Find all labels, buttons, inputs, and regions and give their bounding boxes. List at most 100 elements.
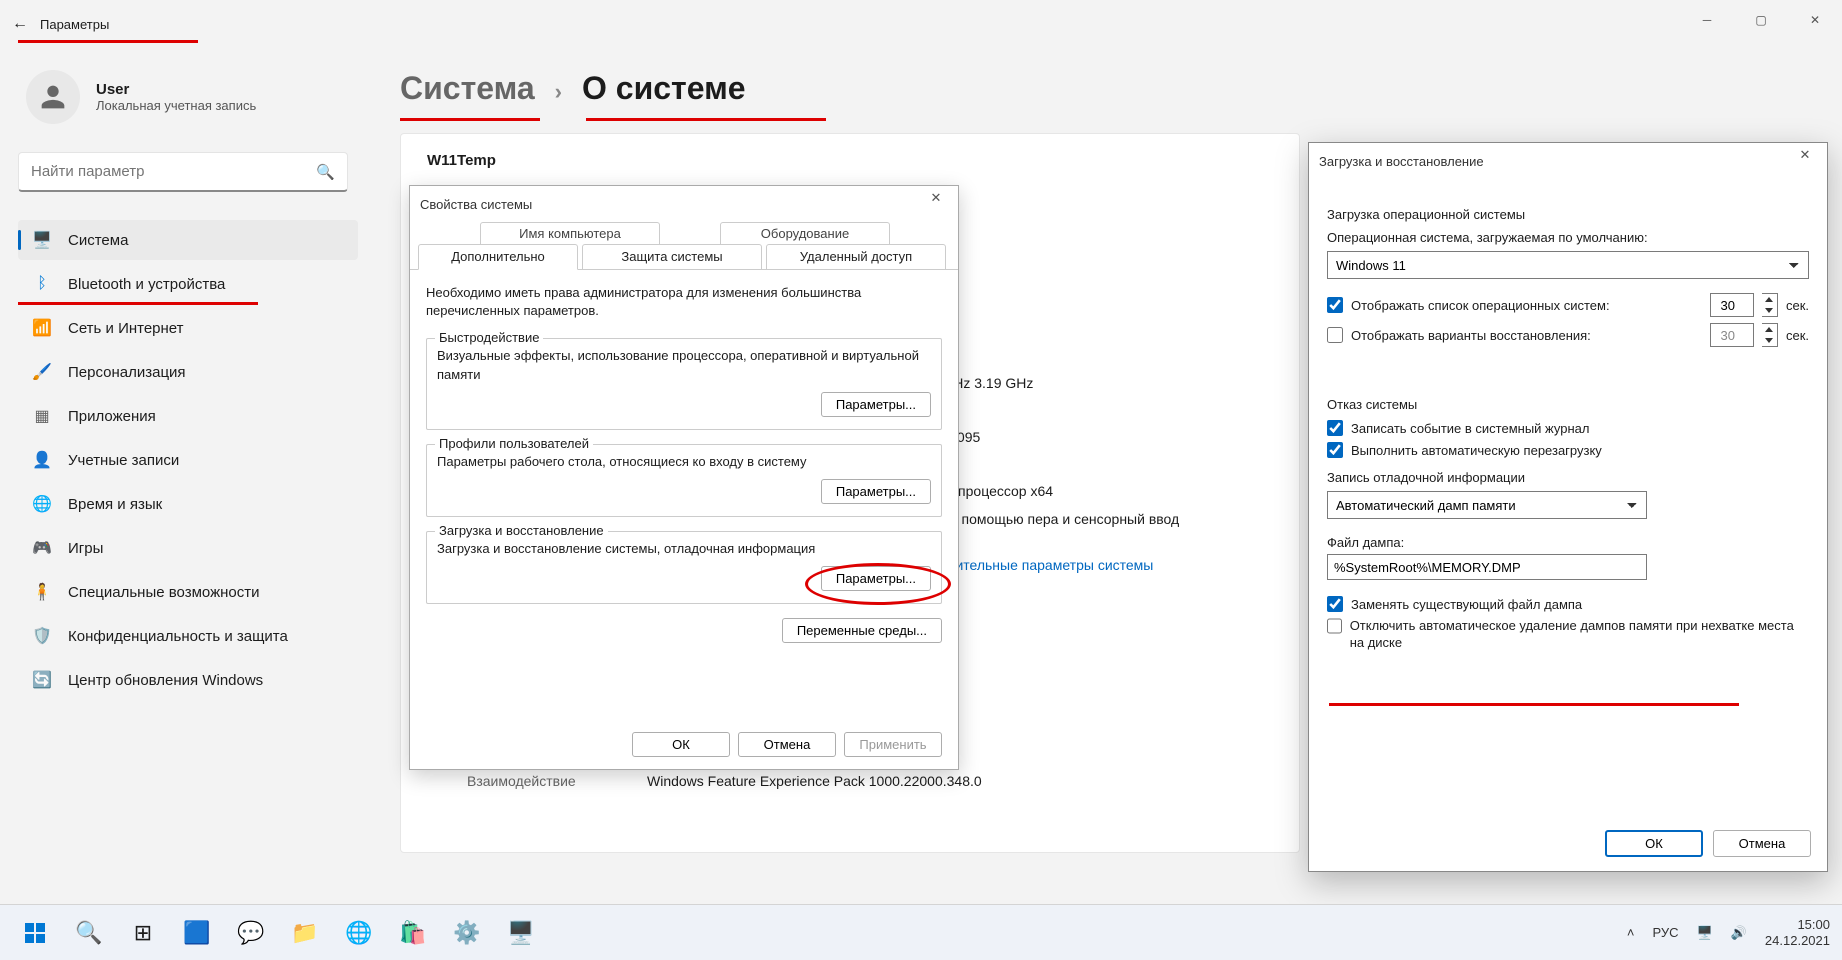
explorer-icon[interactable]: 📁: [282, 910, 328, 956]
settings-icon[interactable]: ⚙️: [444, 910, 490, 956]
start-button[interactable]: [12, 910, 58, 956]
tab-hardware[interactable]: Оборудование: [720, 222, 890, 244]
cancel-button[interactable]: Отмена: [1713, 830, 1811, 857]
ok-button[interactable]: ОК: [1605, 830, 1703, 857]
startup-header: Загрузка и восстановление: [435, 523, 608, 538]
close-button[interactable]: ✕: [1788, 0, 1842, 40]
ok-button[interactable]: ОК: [632, 732, 730, 757]
cancel-button[interactable]: Отмена: [738, 732, 836, 757]
nav-time[interactable]: 🌐Время и язык: [18, 484, 358, 524]
update-icon: 🔄: [32, 670, 52, 690]
system-icon: 🖥️: [32, 230, 52, 250]
volume-icon[interactable]: 🔊: [1731, 925, 1747, 941]
experience-label: Взаимодействие: [427, 773, 647, 789]
overwrite-checkbox[interactable]: [1327, 596, 1343, 612]
tab-row: Имя компьютера Оборудование Дополнительн…: [410, 222, 958, 270]
performance-header: Быстродействие: [435, 330, 543, 345]
debug-type-select[interactable]: Автоматический дамп памяти: [1327, 491, 1647, 519]
nav-accessibility-label: Специальные возможности: [68, 584, 260, 601]
device-name: W11Temp: [427, 152, 1273, 169]
os-list-seconds-input[interactable]: [1710, 293, 1754, 317]
window-buttons: ─ ▢ ✕: [1680, 0, 1842, 40]
network-icon[interactable]: 🖥️: [1697, 925, 1713, 941]
search-box[interactable]: 🔍: [18, 152, 348, 192]
annotation-underline: [400, 118, 540, 121]
breadcrumb-system[interactable]: Система: [400, 70, 535, 107]
apps-icon: ▦: [32, 406, 52, 426]
env-vars-button[interactable]: Переменные среды...: [782, 618, 942, 643]
nav-network-label: Сеть и Интернет: [68, 320, 184, 337]
startup-settings-button[interactable]: Параметры...: [821, 566, 931, 591]
show-recovery-label: Отображать варианты восстановления:: [1351, 328, 1702, 343]
dialog-title: Загрузка и восстановление: [1319, 154, 1484, 169]
tab-computer-name[interactable]: Имя компьютера: [480, 222, 660, 244]
nav-accounts[interactable]: 👤Учетные записи: [18, 440, 358, 480]
nav-personalization[interactable]: 🖌️Персонализация: [18, 352, 358, 392]
nav-bluetooth-label: Bluetooth и устройства: [68, 276, 225, 293]
seconds-unit: сек.: [1786, 298, 1809, 313]
performance-settings-button[interactable]: Параметры...: [821, 392, 931, 417]
dump-file-label: Файл дампа:: [1327, 535, 1809, 550]
close-icon[interactable]: ✕: [922, 190, 950, 214]
spinner-icon[interactable]: [1762, 323, 1778, 347]
edge-icon[interactable]: 🌐: [336, 910, 382, 956]
store-icon[interactable]: 🛍️: [390, 910, 436, 956]
avatar: [26, 70, 80, 124]
chat-icon[interactable]: 💬: [228, 910, 274, 956]
user-name: User: [96, 81, 256, 98]
annotation-underline: [18, 302, 258, 305]
nav-bluetooth[interactable]: ᛒ Bluetooth и устройства: [18, 264, 358, 304]
search-icon[interactable]: 🔍: [66, 910, 112, 956]
spinner-icon[interactable]: [1762, 293, 1778, 317]
default-os-select[interactable]: Windows 11: [1327, 251, 1809, 279]
clock[interactable]: 15:00 24.12.2021: [1765, 917, 1830, 948]
bluetooth-icon: ᛒ: [32, 274, 52, 294]
user-row[interactable]: User Локальная учетная запись: [26, 70, 358, 124]
recovery-seconds-input: [1710, 323, 1754, 347]
performance-group: Быстродействие Визуальные эффекты, испол…: [426, 338, 942, 429]
close-icon[interactable]: ✕: [1791, 147, 1819, 171]
nav-accessibility[interactable]: 🧍Специальные возможности: [18, 572, 358, 612]
auto-restart-checkbox[interactable]: [1327, 442, 1343, 458]
nav-personalization-label: Персонализация: [68, 364, 186, 381]
nav-system-label: Система: [68, 232, 128, 249]
dialog-title: Свойства системы: [420, 197, 532, 212]
user-sub: Локальная учетная запись: [96, 98, 256, 113]
task-view-icon[interactable]: ⊞: [120, 910, 166, 956]
show-os-list-checkbox[interactable]: [1327, 297, 1343, 313]
annotation-underline: [586, 118, 826, 121]
maximize-button[interactable]: ▢: [1734, 0, 1788, 40]
accounts-icon: 👤: [32, 450, 52, 470]
titlebar: ← Параметры ─ ▢ ✕: [0, 0, 1842, 48]
show-recovery-checkbox[interactable]: [1327, 327, 1343, 343]
annotation-underline: [1329, 703, 1739, 706]
profiles-settings-button[interactable]: Параметры...: [821, 479, 931, 504]
app-icon[interactable]: 🖥️: [498, 910, 544, 956]
write-event-checkbox[interactable]: [1327, 420, 1343, 436]
nav-apps[interactable]: ▦Приложения: [18, 396, 358, 436]
system-properties-dialog: Свойства системы ✕ Имя компьютера Оборуд…: [409, 185, 959, 770]
disable-auto-delete-checkbox[interactable]: [1327, 618, 1342, 634]
language-indicator[interactable]: РУС: [1653, 925, 1679, 940]
tab-remote[interactable]: Удаленный доступ: [766, 244, 946, 270]
dump-file-input[interactable]: [1327, 554, 1647, 580]
widgets-icon[interactable]: 🟦: [174, 910, 220, 956]
network-icon: 📶: [32, 318, 52, 338]
dialog-body: Необходимо иметь права администратора дл…: [410, 270, 958, 657]
nav-network[interactable]: 📶 Сеть и Интернет: [18, 308, 358, 348]
minimize-button[interactable]: ─: [1680, 0, 1734, 40]
tab-protection[interactable]: Защита системы: [582, 244, 762, 270]
back-button[interactable]: ←: [0, 15, 40, 33]
dialog-footer: ОК Отмена Применить: [632, 732, 942, 757]
performance-desc: Визуальные эффекты, использование процес…: [437, 347, 931, 383]
nav-gaming[interactable]: 🎮Игры: [18, 528, 358, 568]
dialog-titlebar: Загрузка и восстановление ✕: [1309, 143, 1827, 179]
tab-advanced[interactable]: Дополнительно: [418, 244, 578, 270]
gaming-icon: 🎮: [32, 538, 52, 558]
tray-chevron-icon[interactable]: ˄: [1627, 925, 1635, 940]
search-input[interactable]: [31, 163, 316, 180]
nav-update[interactable]: 🔄Центр обновления Windows: [18, 660, 358, 700]
apply-button[interactable]: Применить: [844, 732, 942, 757]
nav-privacy[interactable]: 🛡️Конфиденциальность и защита: [18, 616, 358, 656]
nav-system[interactable]: 🖥️ Система: [18, 220, 358, 260]
